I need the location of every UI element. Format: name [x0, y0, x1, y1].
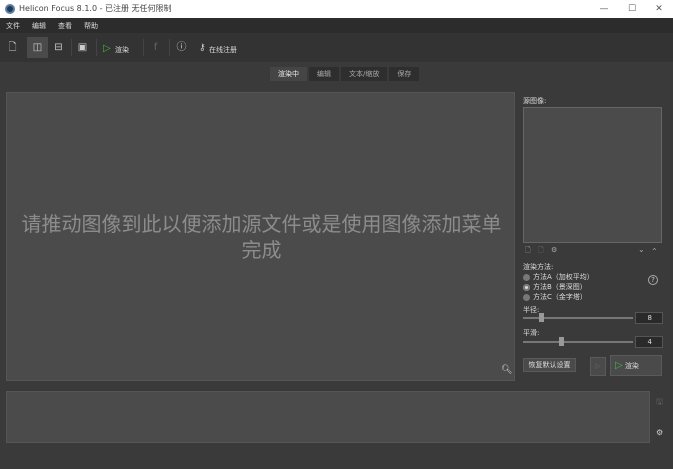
- image-viewer[interactable]: 请推动图像到此以便添加源文件或是使用图像添加菜单完成 🔍︎: [6, 92, 515, 381]
- smoothing-slider-thumb[interactable]: [559, 337, 564, 346]
- menu-bar: 文件 编辑 查看 帮助: [0, 18, 673, 33]
- reset-defaults-button[interactable]: 恢复默认设置: [523, 358, 576, 372]
- maximize-button[interactable]: ☐: [618, 0, 646, 18]
- app-logo-icon: [5, 4, 15, 14]
- render-method-label: 渲染方法:: [523, 263, 554, 271]
- separator: [143, 39, 144, 56]
- render-icon[interactable]: ▷: [103, 43, 111, 54]
- menu-file[interactable]: 文件: [0, 19, 26, 34]
- source-settings-icon[interactable]: ⚙: [551, 246, 557, 254]
- separator: [169, 39, 170, 56]
- tab-bar: 渲染中 编辑 文本/缩放 保存: [270, 67, 420, 81]
- menu-edit[interactable]: 编辑: [26, 19, 52, 34]
- help-icon[interactable]: ⓘ: [171, 37, 192, 58]
- method-c-radio[interactable]: 方法C（金字塔）: [523, 292, 587, 302]
- method-a-label: 方法A（加权平均）: [533, 273, 594, 281]
- separator: [96, 39, 97, 56]
- source-images-label: 源图像:: [523, 97, 547, 105]
- radio-indicator: [523, 283, 530, 291]
- method-b-radio[interactable]: 方法B（景深图）: [523, 282, 587, 292]
- tab-render[interactable]: 渲染中: [270, 67, 307, 81]
- smoothing-spinbox[interactable]: 4: [635, 336, 663, 348]
- save-log-icon[interactable]: 🖫: [656, 396, 663, 410]
- source-images-list[interactable]: [523, 107, 662, 243]
- tab-edit[interactable]: 编辑: [309, 67, 339, 81]
- render-toolbar-button[interactable]: 渲染: [115, 45, 129, 55]
- log-settings-icon[interactable]: ⚙: [656, 428, 663, 437]
- render-button-label: 渲染: [624, 362, 639, 370]
- method-b-label: 方法B（景深图）: [533, 283, 587, 291]
- remove-source-icon[interactable]: 🗋: [538, 246, 544, 257]
- play-icon: ▷: [615, 360, 623, 371]
- split-horizontal-icon[interactable]: ⊟: [48, 37, 69, 58]
- title-bar: Helicon Focus 8.1.0 - 已注册 无任何限制 — ☐ ✕: [0, 0, 673, 18]
- facebook-icon[interactable]: f: [145, 37, 166, 58]
- radius-slider-thumb[interactable]: [539, 313, 544, 322]
- key-icon: ⚷: [199, 43, 206, 53]
- render-button[interactable]: ▷ 渲染: [610, 355, 662, 376]
- log-panel[interactable]: [6, 391, 650, 443]
- close-button[interactable]: ✕: [645, 0, 673, 18]
- radius-label: 半径:: [523, 306, 540, 314]
- add-files-icon[interactable]: 🗋: [2, 37, 23, 58]
- radius-spinbox[interactable]: 8: [635, 312, 663, 324]
- window-title: Helicon Focus 8.1.0 - 已注册 无任何限制: [19, 4, 172, 13]
- minimize-button[interactable]: —: [590, 0, 618, 18]
- preview-icon[interactable]: ▣: [72, 37, 93, 58]
- menu-help[interactable]: 帮助: [78, 19, 104, 34]
- tab-save[interactable]: 保存: [389, 67, 420, 81]
- preview-render-button[interactable]: ▷: [590, 357, 606, 376]
- method-help-icon[interactable]: ?: [648, 275, 658, 285]
- zoom-icon[interactable]: 🔍︎: [501, 365, 512, 375]
- register-online-button[interactable]: 在线注册: [209, 45, 237, 55]
- tab-text-scale[interactable]: 文本/缩放: [341, 67, 388, 81]
- method-a-radio[interactable]: 方法A（加权平均）: [523, 272, 594, 282]
- add-source-icon[interactable]: 🗋: [525, 246, 531, 257]
- method-c-label: 方法C（金字塔）: [533, 293, 587, 301]
- menu-view[interactable]: 查看: [52, 19, 78, 34]
- smoothing-label: 平滑:: [523, 329, 540, 337]
- radio-indicator: [523, 293, 530, 301]
- toolbar: 🗋 ◫ ⊟ ▣ ▷ 渲染 f ⓘ ⚷ 在线注册: [0, 33, 673, 62]
- split-vertical-icon[interactable]: ◫: [27, 37, 48, 58]
- chevron-down-icon[interactable]: ⌄: [638, 245, 645, 254]
- drop-hint: 请推动图像到此以便添加源文件或是使用图像添加菜单完成: [21, 212, 502, 262]
- smoothing-slider[interactable]: [523, 341, 633, 343]
- chevron-up-icon[interactable]: ⌃: [651, 247, 658, 256]
- radio-indicator: [523, 273, 530, 281]
